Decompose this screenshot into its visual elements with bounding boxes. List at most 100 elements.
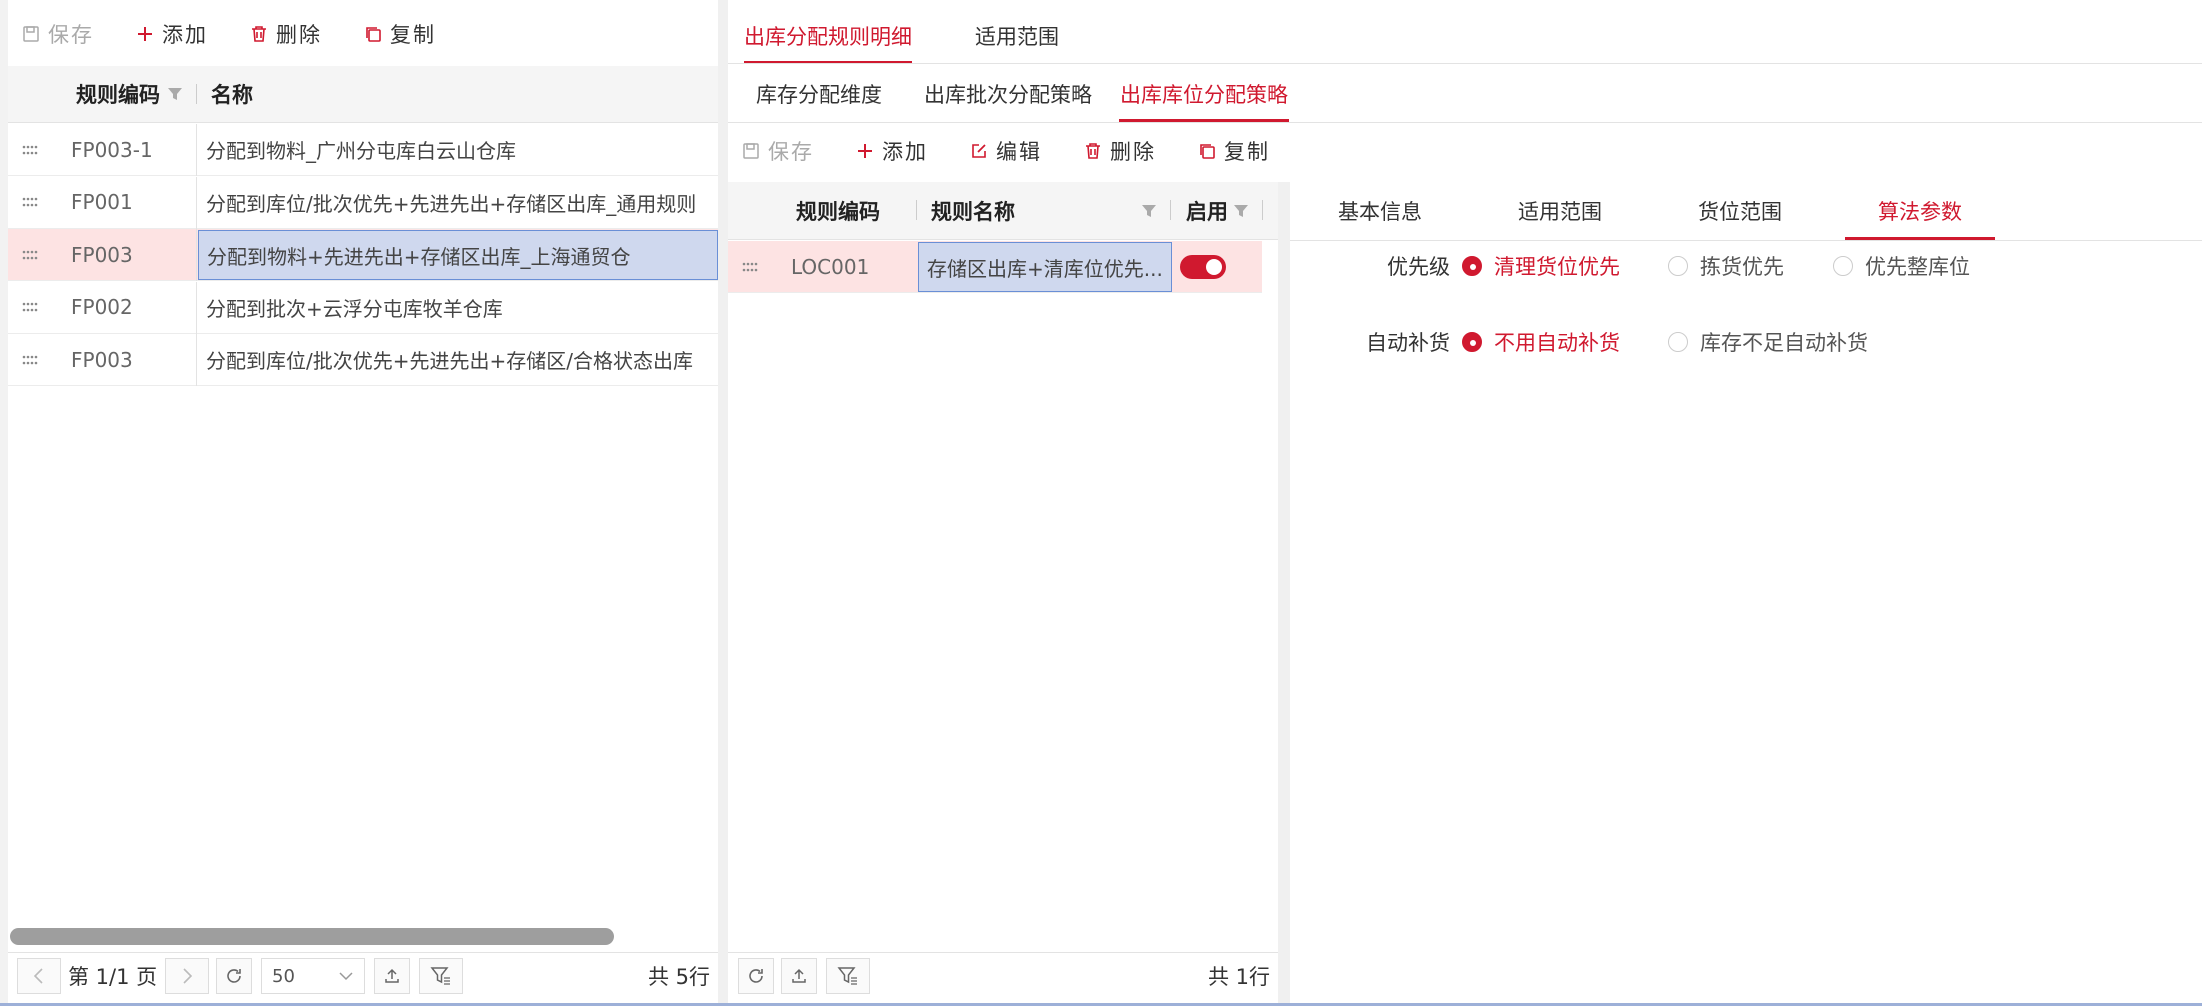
- row-drag-handle[interactable]: [8, 334, 52, 385]
- radio-priority-picking[interactable]: 拣货优先: [1668, 251, 1784, 281]
- subtab-location-strategy[interactable]: 出库库位分配策略: [1119, 66, 1289, 122]
- edit-icon: [972, 144, 986, 158]
- row-drag-handle[interactable]: [8, 124, 52, 175]
- total-count: 共 1行: [1208, 965, 1271, 989]
- prev-page-button[interactable]: [17, 958, 61, 994]
- add-button[interactable]: 添加: [856, 136, 928, 166]
- radio-priority-full-location[interactable]: 优先整库位: [1833, 251, 1970, 281]
- left-toolbar: 保存 添加 删除 复制: [22, 5, 478, 63]
- page-size-select[interactable]: 50: [261, 958, 365, 994]
- rule-list-panel: 保存 添加 删除 复制 规则编码 名称 FP003-1 分配到物料_广州分屯库白云…: [8, 0, 718, 1006]
- drag-handle-icon: [22, 355, 38, 364]
- cell-rule-code[interactable]: LOC001: [791, 241, 916, 292]
- save-icon: [743, 143, 759, 159]
- row-drag-handle[interactable]: [8, 177, 52, 228]
- refresh-button[interactable]: [738, 958, 774, 994]
- table-row[interactable]: FP003 分配到物料+先进先出+存储区出库_上海通贸仓: [8, 229, 718, 281]
- add-label: 添加: [162, 23, 208, 47]
- copy-icon: [366, 27, 381, 42]
- upload-icon: [792, 968, 806, 983]
- column-divider[interactable]: [196, 84, 197, 104]
- trash-icon: [1086, 143, 1100, 159]
- save-button[interactable]: 保存: [742, 136, 814, 166]
- drag-handle-icon: [22, 197, 38, 207]
- export-button[interactable]: [374, 958, 410, 994]
- radio-auto-replenish-low-stock[interactable]: 库存不足自动补货: [1668, 327, 1868, 357]
- radio-priority-clear-location[interactable]: 清理货位优先: [1462, 251, 1620, 281]
- save-button[interactable]: 保存: [22, 19, 94, 49]
- column-header-rule-name[interactable]: 规则名称: [931, 182, 1015, 239]
- filter-icon[interactable]: [166, 85, 184, 103]
- detail-tab-basic-info[interactable]: 基本信息: [1290, 182, 1470, 240]
- cell-rule-code[interactable]: FP003: [71, 229, 196, 280]
- radio-no-auto-replenish[interactable]: 不用自动补货: [1462, 327, 1620, 357]
- filter-clear-button[interactable]: [826, 958, 870, 994]
- table-row[interactable]: FP003 分配到库位/批次优先+先进先出+存储区/合格状态出库: [8, 334, 718, 386]
- add-button[interactable]: 添加: [136, 19, 208, 49]
- filter-icon[interactable]: [1232, 202, 1250, 220]
- upload-icon: [385, 968, 399, 983]
- drag-handle-icon: [22, 250, 38, 259]
- table-row[interactable]: FP001 分配到库位/批次优先+先进先出+存储区出库_通用规则: [8, 176, 718, 229]
- copy-label: 复制: [390, 23, 436, 47]
- detail-tab-location-range[interactable]: 货位范围: [1650, 182, 1830, 240]
- plus-icon: [138, 27, 152, 41]
- delete-button[interactable]: 删除: [250, 19, 322, 49]
- next-page-button[interactable]: [165, 958, 209, 994]
- cell-rule-code[interactable]: FP003: [71, 334, 196, 385]
- table-row[interactable]: FP003-1 分配到物料_广州分屯库白云山仓库: [8, 124, 718, 176]
- left-table-header: 规则编码 名称: [8, 66, 718, 123]
- refresh-icon: [749, 969, 763, 983]
- tab-rule-detail[interactable]: 出库分配规则明细: [744, 8, 912, 64]
- detail-tab-algorithm-params[interactable]: 算法参数: [1845, 182, 1995, 240]
- column-divider[interactable]: [916, 200, 917, 220]
- chevron-right-icon: [183, 968, 193, 984]
- cell-rule-name[interactable]: 分配到物料+先进先出+存储区出库_上海通贸仓: [198, 230, 718, 280]
- filter-clear-button[interactable]: [419, 958, 463, 994]
- column-header-code[interactable]: 规则编码: [76, 66, 184, 122]
- cell-rule-name[interactable]: 分配到库位/批次优先+先进先出+存储区/合格状态出库: [198, 334, 718, 385]
- cell-rule-name[interactable]: 存储区出库+清库位优先...: [918, 242, 1172, 292]
- splitter-handle[interactable]: [1278, 182, 1290, 1006]
- subtab-batch-strategy[interactable]: 出库批次分配策略: [920, 66, 1096, 122]
- copy-button[interactable]: 复制: [364, 19, 436, 49]
- enabled-toggle[interactable]: [1180, 255, 1226, 279]
- column-divider[interactable]: [1262, 200, 1263, 220]
- delete-button[interactable]: 删除: [1084, 136, 1156, 166]
- cell-rule-code[interactable]: FP003-1: [71, 124, 196, 175]
- chevron-left-icon: [33, 968, 43, 984]
- subtab-inventory-dimension[interactable]: 库存分配维度: [748, 66, 890, 122]
- cell-rule-code[interactable]: FP001: [71, 177, 196, 228]
- row-drag-handle[interactable]: [728, 241, 772, 292]
- tab-scope[interactable]: 适用范围: [965, 8, 1069, 64]
- refresh-button[interactable]: [216, 958, 252, 994]
- column-header-code[interactable]: 规则编码: [796, 182, 880, 239]
- refresh-icon: [227, 969, 241, 983]
- row-drag-handle[interactable]: [8, 282, 52, 333]
- cell-rule-name[interactable]: 分配到库位/批次优先+先进先出+存储区出库_通用规则: [198, 177, 718, 228]
- save-label: 保存: [48, 23, 94, 47]
- edit-button[interactable]: 编辑: [970, 136, 1042, 166]
- table-row[interactable]: FP002 分配到批次+云浮分屯库牧羊仓库: [8, 281, 718, 334]
- filter-icon[interactable]: [1140, 202, 1158, 220]
- cell-rule-code[interactable]: FP002: [71, 282, 196, 333]
- row-drag-handle[interactable]: [8, 229, 52, 280]
- detail-tab-scope[interactable]: 适用范围: [1470, 182, 1650, 240]
- drag-handle-icon: [22, 302, 38, 312]
- plus-icon: [858, 144, 872, 158]
- horizontal-scrollbar[interactable]: [10, 928, 614, 945]
- cell-rule-name[interactable]: 分配到物料_广州分屯库白云山仓库: [198, 124, 718, 175]
- copy-icon: [1200, 144, 1215, 159]
- cell-rule-name[interactable]: 分配到批次+云浮分屯库牧羊仓库: [198, 282, 718, 333]
- drag-handle-icon: [742, 262, 758, 271]
- splitter-handle[interactable]: [718, 0, 728, 1006]
- copy-button[interactable]: 复制: [1198, 136, 1270, 166]
- column-header-enabled[interactable]: 启用: [1186, 182, 1250, 239]
- column-divider[interactable]: [1170, 200, 1171, 220]
- export-button[interactable]: [781, 958, 817, 994]
- column-header-name[interactable]: 名称: [211, 66, 253, 122]
- filter-icon: [837, 967, 857, 985]
- middle-toolbar: 保存 添加 编辑 删除 复制: [742, 122, 1312, 180]
- save-icon: [23, 26, 39, 42]
- table-row[interactable]: LOC001 存储区出库+清库位优先...: [728, 241, 1262, 293]
